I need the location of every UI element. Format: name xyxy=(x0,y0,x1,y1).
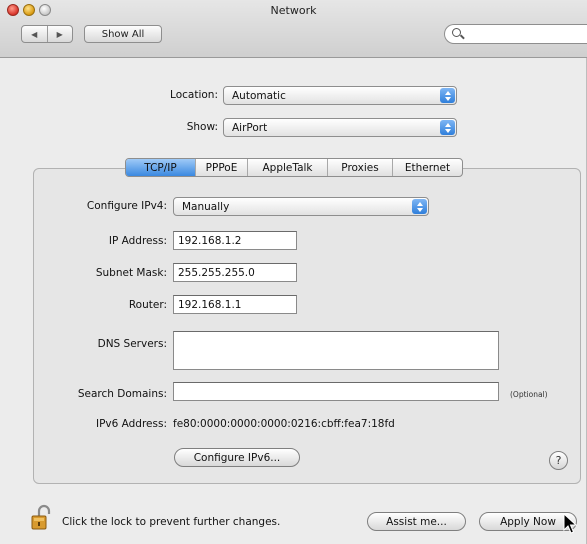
tab-bar: TCP/IP PPPoE AppleTalk Proxies Ethernet xyxy=(125,158,463,177)
show-label: Show: xyxy=(186,121,218,133)
dns-servers-field[interactable] xyxy=(173,331,499,370)
router-label: Router: xyxy=(128,299,167,311)
optional-hint: (Optional) xyxy=(510,390,548,399)
location-label: Location: xyxy=(170,89,218,101)
dns-servers-label: DNS Servers: xyxy=(97,338,167,350)
back-forward-control: ◀ ▶ xyxy=(21,25,73,43)
search-input[interactable] xyxy=(465,27,583,41)
configure-ipv4-value: Manually xyxy=(182,200,230,213)
ip-address-label: IP Address: xyxy=(108,235,167,247)
network-window: Network ◀ ▶ Show All Location: Automatic… xyxy=(0,0,587,544)
subnet-mask-label: Subnet Mask: xyxy=(95,267,167,279)
assist-me-button[interactable]: Assist me... xyxy=(367,512,466,531)
configure-ipv6-button[interactable]: Configure IPv6... xyxy=(174,448,300,467)
ip-address-field[interactable] xyxy=(173,231,297,250)
help-icon[interactable]: ? xyxy=(549,451,568,470)
router-field[interactable] xyxy=(173,295,297,314)
popup-arrows-icon xyxy=(412,199,427,214)
mouse-cursor-icon xyxy=(563,513,577,534)
lock-icon[interactable] xyxy=(30,504,52,532)
show-value: AirPort xyxy=(232,121,268,134)
search-domains-field[interactable] xyxy=(173,382,499,401)
lock-message: Click the lock to prevent further change… xyxy=(62,516,281,528)
search-icon xyxy=(452,28,461,37)
subnet-mask-field[interactable] xyxy=(173,263,297,282)
show-all-button[interactable]: Show All xyxy=(84,25,162,43)
title-bar: Network ◀ ▶ Show All xyxy=(0,0,587,58)
ipv6-address-value: fe80:0000:0000:0000:0216:cbff:fea7:18fd xyxy=(173,418,395,430)
back-icon[interactable]: ◀ xyxy=(22,26,48,42)
forward-icon[interactable]: ▶ xyxy=(48,26,73,42)
configure-ipv4-label: Configure IPv4: xyxy=(86,200,167,212)
show-popup[interactable]: AirPort xyxy=(223,118,457,137)
tab-appletalk[interactable]: AppleTalk xyxy=(248,159,328,176)
tab-proxies[interactable]: Proxies xyxy=(328,159,393,176)
tab-ethernet[interactable]: Ethernet xyxy=(393,159,462,176)
popup-arrows-icon xyxy=(440,88,455,103)
ipv6-address-label: IPv6 Address: xyxy=(95,418,167,430)
tab-pppoe[interactable]: PPPoE xyxy=(196,159,248,176)
location-popup[interactable]: Automatic xyxy=(223,86,457,105)
search-domains-label: Search Domains: xyxy=(77,388,167,400)
search-field[interactable] xyxy=(444,24,587,44)
location-value: Automatic xyxy=(232,89,286,102)
tab-tcpip[interactable]: TCP/IP xyxy=(126,159,196,176)
configure-ipv4-popup[interactable]: Manually xyxy=(173,197,429,216)
popup-arrows-icon xyxy=(440,120,455,135)
window-title: Network xyxy=(270,4,317,17)
